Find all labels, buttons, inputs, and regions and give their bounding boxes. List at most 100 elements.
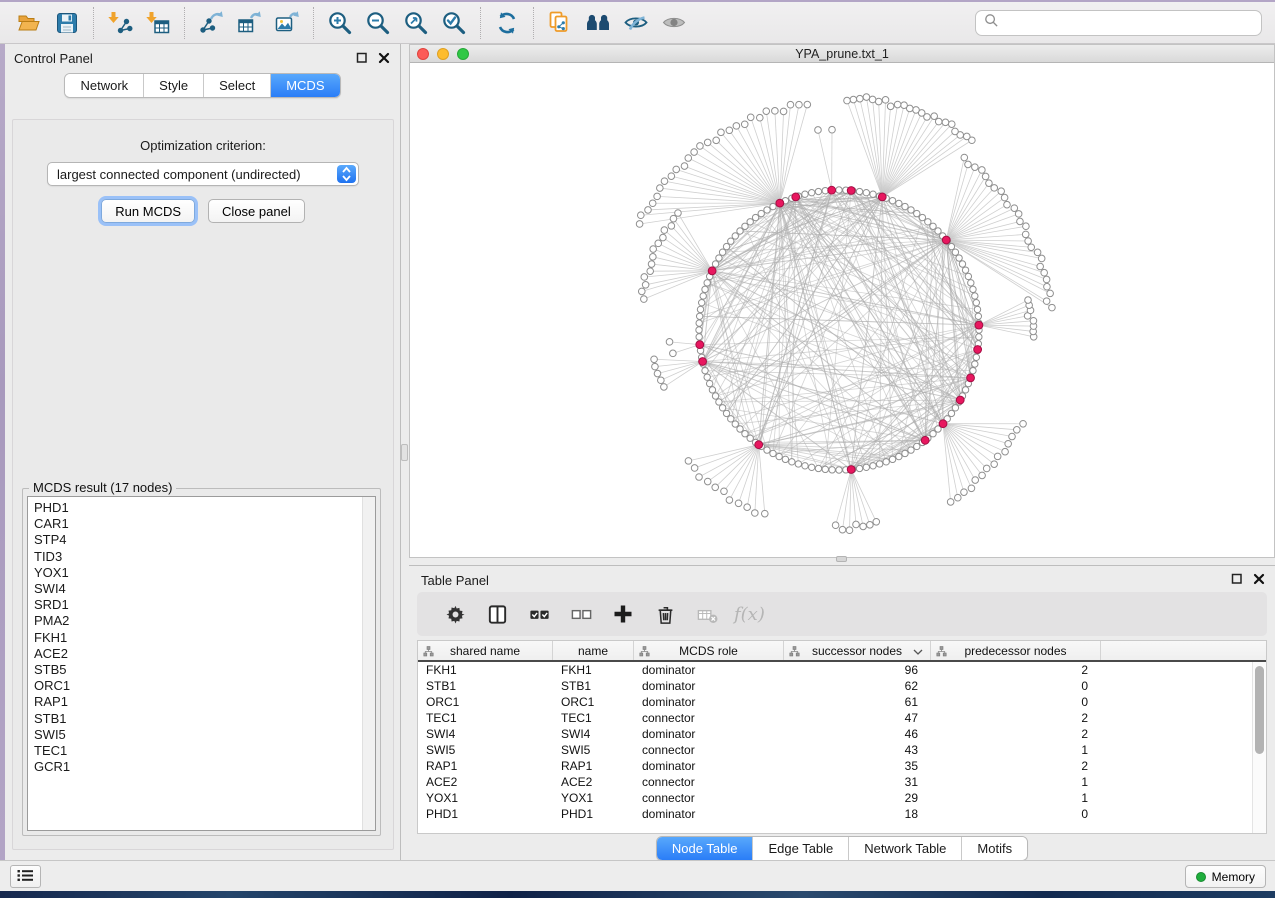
import-network-button[interactable] <box>101 6 139 40</box>
graph-node[interactable] <box>914 210 920 216</box>
graph-leaf-node[interactable] <box>661 178 668 185</box>
graph-leaf-node[interactable] <box>673 166 680 173</box>
graph-node[interactable] <box>836 187 842 193</box>
graph-node[interactable] <box>930 431 936 437</box>
graph-leaf-node[interactable] <box>741 121 748 128</box>
graph-leaf-node[interactable] <box>882 97 889 104</box>
window-close-light[interactable] <box>417 48 429 60</box>
graph-node[interactable] <box>970 286 976 292</box>
graph-leaf-node[interactable] <box>1025 297 1032 304</box>
graph-leaf-node[interactable] <box>675 210 682 217</box>
graph-leaf-node[interactable] <box>649 200 656 207</box>
graph-node[interactable] <box>973 354 979 360</box>
graph-leaf-node[interactable] <box>641 296 648 303</box>
graph-leaf-node[interactable] <box>655 240 662 247</box>
graph-node[interactable] <box>856 465 862 471</box>
graph-node[interactable] <box>925 219 931 225</box>
tab-network-table[interactable]: Network Table <box>849 837 962 860</box>
graph-leaf-node[interactable] <box>733 123 740 130</box>
graph-leaf-node[interactable] <box>726 497 733 504</box>
graph-leaf-node[interactable] <box>1022 231 1029 238</box>
graph-leaf-node[interactable] <box>638 288 645 295</box>
graph-leaf-node[interactable] <box>1004 201 1011 208</box>
graph-node[interactable] <box>732 233 738 239</box>
graph-node[interactable] <box>728 238 734 244</box>
select-all-rows-button[interactable] <box>518 596 560 632</box>
graph-leaf-node[interactable] <box>867 522 874 529</box>
close-panel-icon[interactable] <box>378 52 390 64</box>
graph-leaf-node[interactable] <box>670 350 677 357</box>
graph-node[interactable] <box>970 367 976 373</box>
graph-leaf-node[interactable] <box>661 227 668 234</box>
graph-leaf-node[interactable] <box>691 465 698 472</box>
column-header-successor-nodes[interactable]: successor nodes <box>784 641 931 660</box>
column-header-MCDS-role[interactable]: MCDS role <box>634 641 784 660</box>
graph-leaf-node[interactable] <box>661 384 668 391</box>
graph-node[interactable] <box>704 280 710 286</box>
graph-node[interactable] <box>815 465 821 471</box>
graph-leaf-node[interactable] <box>804 101 811 108</box>
graph-leaf-node[interactable] <box>853 521 860 528</box>
graph-leaf-node[interactable] <box>815 127 822 134</box>
graph-leaf-node[interactable] <box>1038 255 1045 262</box>
table-row[interactable]: RAP1RAP1dominator352 <box>418 758 1266 774</box>
table-row[interactable]: TEC1TEC1connector472 <box>418 710 1266 726</box>
table-row[interactable]: FKH1FKH1dominator962 <box>418 662 1266 678</box>
optimization-criterion-select[interactable]: largest connected component (undirected) <box>47 162 359 186</box>
graph-leaf-node[interactable] <box>873 518 880 525</box>
graph-node[interactable] <box>696 320 702 326</box>
graph-node[interactable] <box>770 203 776 209</box>
graph-leaf-node[interactable] <box>691 149 698 156</box>
window-minimize-light[interactable] <box>437 48 449 60</box>
table-row[interactable]: PHD1PHD1dominator180 <box>418 806 1266 822</box>
graph-node[interactable] <box>836 467 842 473</box>
graph-leaf-node[interactable] <box>752 510 759 517</box>
graph-node[interactable] <box>902 450 908 456</box>
graph-leaf-node[interactable] <box>747 114 754 121</box>
graph-node[interactable] <box>709 387 715 393</box>
refresh-view-button[interactable] <box>488 6 526 40</box>
save-session-button[interactable] <box>48 6 86 40</box>
float-panel-icon[interactable] <box>356 52 368 64</box>
graph-leaf-node[interactable] <box>704 478 711 485</box>
graph-node[interactable] <box>747 219 753 225</box>
table-row[interactable]: ACE2ACE2connector311 <box>418 774 1266 790</box>
graph-leaf-node[interactable] <box>1020 420 1027 427</box>
graph-leaf-node[interactable] <box>979 167 986 174</box>
graph-leaf-node[interactable] <box>648 261 655 268</box>
graph-leaf-node[interactable] <box>1047 290 1054 297</box>
table-row[interactable]: SWI5SWI5connector431 <box>418 742 1266 758</box>
zoom-selected-button[interactable] <box>435 6 473 40</box>
new-network-from-selection-button[interactable] <box>541 6 579 40</box>
graph-leaf-node[interactable] <box>763 108 770 115</box>
graph-leaf-node[interactable] <box>657 185 664 192</box>
search-input[interactable] <box>1005 16 1253 31</box>
graph-node[interactable] <box>764 447 770 453</box>
graph-mcds-hub-node[interactable] <box>755 441 763 449</box>
graph-node[interactable] <box>712 261 718 267</box>
table-row[interactable]: SWI4SWI4dominator462 <box>418 726 1266 742</box>
graph-node[interactable] <box>896 453 902 459</box>
graph-leaf-node[interactable] <box>1037 263 1044 270</box>
show-hide-columns-button[interactable] <box>476 596 518 632</box>
graph-leaf-node[interactable] <box>1043 276 1050 283</box>
graph-node[interactable] <box>702 286 708 292</box>
graph-leaf-node[interactable] <box>645 207 652 214</box>
table-scrollbar-thumb[interactable] <box>1255 666 1264 754</box>
graph-node[interactable] <box>822 466 828 472</box>
graph-leaf-node[interactable] <box>1030 317 1037 324</box>
column-header-predecessor-nodes[interactable]: predecessor nodes <box>931 641 1101 660</box>
hide-selection-button[interactable] <box>617 6 655 40</box>
graph-node[interactable] <box>706 380 712 386</box>
graph-node[interactable] <box>704 374 710 380</box>
graph-mcds-hub-node[interactable] <box>878 193 886 201</box>
graph-node[interactable] <box>870 191 876 197</box>
graph-node[interactable] <box>764 207 770 213</box>
graph-leaf-node[interactable] <box>756 114 763 121</box>
graph-leaf-node[interactable] <box>713 137 720 144</box>
graph-node[interactable] <box>975 313 981 319</box>
graph-node[interactable] <box>732 421 738 427</box>
graph-leaf-node[interactable] <box>986 180 993 187</box>
mcds-result-item[interactable]: PHD1 <box>34 500 375 516</box>
graph-leaf-node[interactable] <box>1043 298 1050 305</box>
